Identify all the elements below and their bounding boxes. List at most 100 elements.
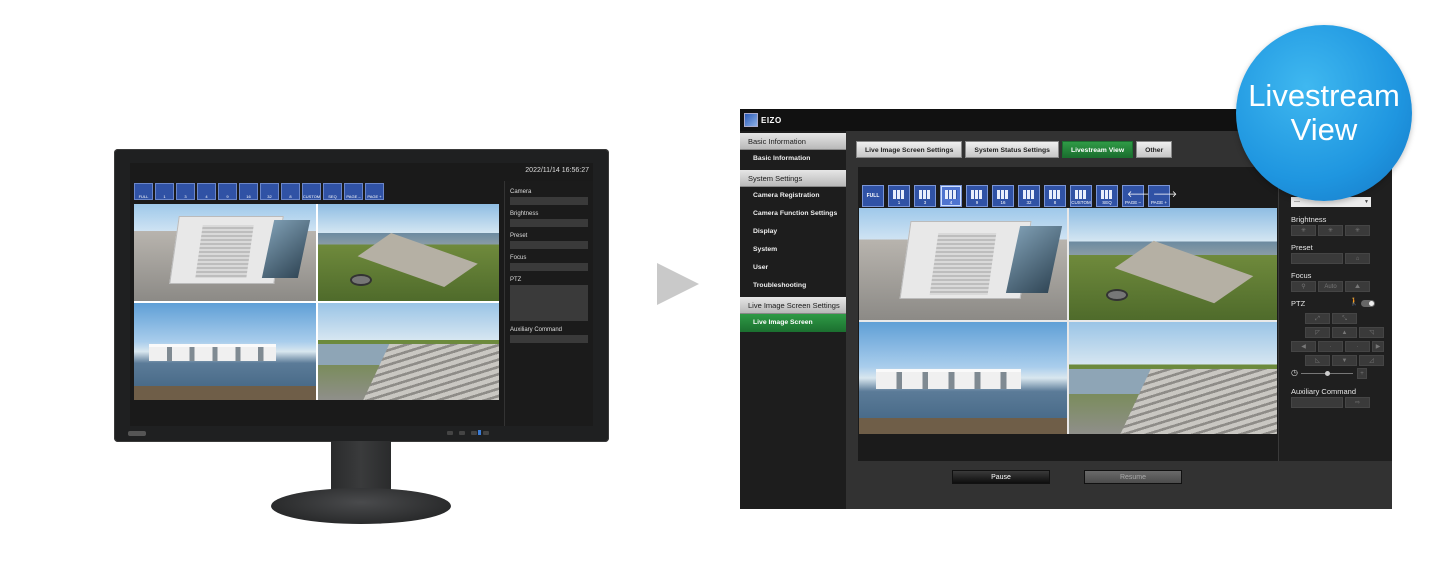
pause-button[interactable]: Pause	[952, 470, 1050, 484]
monitor-layout-button-10[interactable]: PAGE –	[344, 183, 363, 200]
focus-far-icon[interactable]: ⛰	[1345, 281, 1370, 292]
ptz-speed-knob[interactable]	[1325, 371, 1330, 376]
send-command-icon[interactable]: ⇨	[1345, 397, 1370, 408]
ptz-down-left-icon[interactable]: ◺	[1305, 355, 1330, 366]
layout-button-label: 1	[897, 200, 901, 205]
badge-line-2: View	[1290, 112, 1358, 147]
livestream-view-badge: Livestream View	[1236, 25, 1412, 201]
ptz-up-icon[interactable]: ▲	[1332, 327, 1357, 338]
monitor-layout-button-6[interactable]: 32	[260, 183, 279, 200]
monitor-focus-buttons[interactable]	[510, 263, 588, 271]
layout-button-6[interactable]: 32	[1018, 185, 1040, 207]
badge-line-1: Livestream	[1248, 78, 1400, 113]
camera-feed-1[interactable]	[134, 204, 316, 301]
ptz-label: PTZ	[1291, 299, 1306, 308]
camera-feed-4[interactable]	[317, 303, 499, 400]
layout-button-11[interactable]: 🡒 PAGE +	[1148, 185, 1177, 207]
monitor-brightness-label: Brightness	[510, 211, 539, 217]
brightness-light-button[interactable]: ✳	[1345, 225, 1370, 236]
monitor-layout-button-3[interactable]: 4	[197, 183, 216, 200]
monitor-brightness-buttons[interactable]	[510, 219, 588, 227]
tab-system-status-settings[interactable]: System Status Settings	[965, 141, 1059, 158]
layout-button-8[interactable]: CUSTOM	[1070, 185, 1092, 207]
camera-feed-4[interactable]	[1069, 322, 1277, 434]
monitor-layout-button-9[interactable]: SEQ	[323, 183, 342, 200]
monitor-layout-button-0[interactable]: FULL	[134, 183, 153, 200]
preset-select[interactable]	[1291, 253, 1343, 264]
ptz-down-icon[interactable]: ▼	[1332, 355, 1357, 366]
ptz-up-right-icon[interactable]: ◹	[1359, 327, 1384, 338]
focus-near-icon[interactable]: ⚲	[1291, 281, 1316, 292]
nav-section-header: Live Image Screen Settings	[740, 297, 846, 314]
aux-command-label: Auxiliary Command	[1291, 387, 1357, 396]
ptz-up-left-icon[interactable]: ◸	[1305, 327, 1330, 338]
resume-button[interactable]: Resume	[1084, 470, 1182, 484]
layout-button-2[interactable]: 3	[914, 185, 936, 207]
ptz-left-icon[interactable]: ◀	[1291, 341, 1316, 352]
zoom-in-icon[interactable]: ⤢	[1305, 313, 1330, 324]
focus-auto-button[interactable]: Auto	[1318, 281, 1343, 292]
tab-other[interactable]: Other	[1136, 141, 1173, 158]
ptz-down-right-icon[interactable]: ◿	[1359, 355, 1384, 366]
ptz-person-icon: 🚶	[1349, 297, 1359, 306]
camera-feed-2[interactable]	[1069, 208, 1277, 320]
layout-button-9[interactable]: SEQ	[1096, 185, 1118, 207]
sidebar-item-user[interactable]: User	[740, 259, 846, 277]
monitor-layout-button-8[interactable]: CUSTOM	[302, 183, 321, 200]
tab-live-image-screen-settings[interactable]: Live Image Screen Settings	[856, 141, 963, 158]
brightness-reset-button[interactable]: ✳	[1318, 225, 1343, 236]
monitor: 2022/11/14 16:56:27 FULL 1 3 4 9 16 32 8 CUSTOM S…	[114, 149, 609, 442]
monitor-layout-button-2[interactable]: 3	[176, 183, 195, 200]
monitor-layout-button-7[interactable]: 8	[281, 183, 300, 200]
sidebar-item-camera-function-settings[interactable]: Camera Function Settings	[740, 205, 846, 223]
layout-button-0[interactable]: FULL	[862, 185, 884, 207]
layout-button-1[interactable]: 1	[888, 185, 910, 207]
layout-button-10[interactable]: 🡐 PAGE –	[1122, 185, 1151, 207]
monitor-layout-button-1[interactable]: 1	[155, 183, 174, 200]
settings-tabs: Live Image Screen Settings System Status …	[856, 141, 1173, 158]
layout-button-label: 9	[975, 200, 979, 205]
layout-button-5[interactable]: 16	[992, 185, 1014, 207]
brightness-buttons: ✳ ✳ ✳	[1291, 225, 1370, 236]
monitor-preset-select[interactable]	[510, 241, 588, 249]
ptz-toggle[interactable]	[1361, 300, 1375, 307]
speed-plus-icon[interactable]: +	[1357, 368, 1367, 379]
layout-button-label: CUSTOM	[1071, 200, 1091, 205]
playback-actions: Pause Resume	[846, 470, 1392, 488]
tab-livestream-view[interactable]: Livestream View	[1061, 141, 1134, 158]
monitor-screen: 2022/11/14 16:56:27 FULL 1 3 4 9 16 32 8 CUSTOM S…	[130, 163, 593, 426]
monitor-layout-button-4[interactable]: 9	[218, 183, 237, 200]
livestream-viewer: FULL134916328CUSTOMSEQ🡐PAGE –🡒PAGE + 👤 ⚙…	[858, 167, 1392, 461]
layout-button-3[interactable]: 4	[940, 185, 962, 207]
sidebar-item-display[interactable]: Display	[740, 223, 846, 241]
monitor-layout-toolbar: FULL 1 3 4 9 16 32 8 CUSTOM SEQ PAGE – PAGE +	[134, 183, 384, 200]
monitor-ptz-pad[interactable]	[510, 285, 588, 321]
camera-feed-1[interactable]	[859, 208, 1067, 320]
monitor-layout-button-11[interactable]: PAGE +	[365, 183, 384, 200]
zoom-out-icon[interactable]: ⤡	[1332, 313, 1357, 324]
sidebar-item-basic-information[interactable]: Basic Information	[740, 150, 846, 168]
sidebar-item-system[interactable]: System	[740, 241, 846, 259]
speed-icon: ◷	[1291, 368, 1298, 377]
monitor-camera-select[interactable]	[510, 197, 588, 205]
monitor-layout-button-5[interactable]: 16	[239, 183, 258, 200]
camera-feed-3[interactable]	[134, 303, 316, 400]
ptz-right-icon[interactable]: ▶	[1372, 341, 1384, 352]
monitor-aux-select[interactable]	[510, 335, 588, 343]
monitor-focus-label: Focus	[510, 255, 527, 261]
layout-button-7[interactable]: 8	[1044, 185, 1066, 207]
layout-button-4[interactable]: 9	[966, 185, 988, 207]
camera-feed-2[interactable]	[317, 204, 499, 301]
home-icon[interactable]: ⌂	[1345, 253, 1370, 264]
sidebar-item-live-image-screen[interactable]: Live Image Screen	[740, 314, 846, 332]
ptz-center-2-icon[interactable]: ·	[1345, 341, 1370, 352]
layout-button-label: 4	[949, 200, 953, 205]
sidebar-item-troubleshooting[interactable]: Troubleshooting	[740, 277, 846, 295]
brightness-dark-button[interactable]: ✳	[1291, 225, 1316, 236]
layout-button-label: 3	[923, 200, 927, 205]
ptz-center-icon[interactable]: ·	[1318, 341, 1343, 352]
aux-command-select[interactable]	[1291, 397, 1343, 408]
sidebar-item-camera-registration[interactable]: Camera Registration	[740, 187, 846, 205]
ptz-middle-row: ◀ · · ▶	[1291, 341, 1384, 352]
camera-feed-3[interactable]	[859, 322, 1067, 434]
